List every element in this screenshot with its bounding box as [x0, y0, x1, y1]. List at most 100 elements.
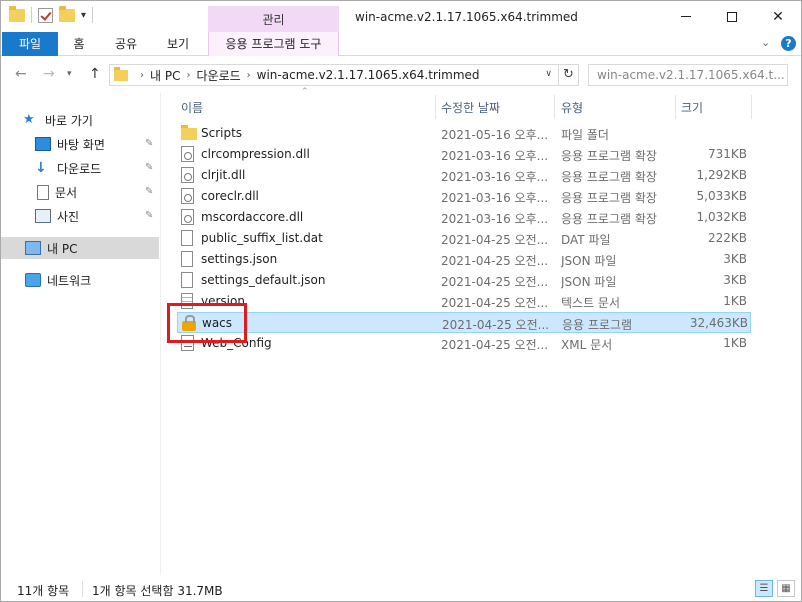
file-size: 1KB: [723, 336, 747, 350]
file-date: 2021-04-25 오전...: [441, 296, 549, 310]
file-type: 파일 폴더: [561, 128, 609, 142]
sidebar-item-pictures[interactable]: 사진 ✎: [1, 205, 159, 227]
maximize-icon: [727, 11, 737, 22]
file-name: clrjit.dll: [201, 168, 246, 182]
file-name: public_suffix_list.dat: [201, 231, 323, 245]
file-type: 응용 프로그램 확장: [561, 212, 657, 226]
forward-arrow-icon[interactable]: →: [43, 66, 55, 82]
sidebar-item-this-pc[interactable]: 내 PC: [1, 237, 159, 259]
refresh-button[interactable]: ↻: [559, 64, 579, 86]
breadcrumb-chevron-icon[interactable]: ›: [140, 70, 144, 81]
large-icons-view-icon[interactable]: ▦: [777, 580, 795, 597]
minimize-icon: [681, 16, 691, 17]
pin-icon[interactable]: ✎: [145, 186, 153, 197]
navigation-pane: ★ 바로 가기 바탕 화면 ✎ ↓ 다운로드 ✎ 문서 ✎ 사진 ✎ 내 PC: [1, 93, 161, 575]
details-view-icon[interactable]: ☰: [755, 580, 773, 597]
file-size: 1,292KB: [696, 168, 747, 182]
desktop-icon: [35, 137, 51, 151]
pin-icon[interactable]: ✎: [145, 210, 153, 221]
column-divider[interactable]: [675, 95, 676, 119]
column-divider[interactable]: [751, 95, 752, 119]
table-row[interactable]: Web_Config 2021-04-25 오전... XML 문서 1KB: [177, 333, 751, 354]
back-arrow-icon[interactable]: ←: [15, 66, 27, 82]
table-row[interactable]: public_suffix_list.dat 2021-04-25 오전... DA…: [177, 228, 751, 249]
tab-view[interactable]: 보기: [157, 32, 199, 56]
sidebar-item-downloads[interactable]: ↓ 다운로드 ✎: [1, 157, 159, 179]
tab-share[interactable]: 공유: [105, 32, 147, 56]
properties-icon[interactable]: [38, 7, 53, 23]
column-header-date[interactable]: 수정한 날짜: [441, 97, 551, 119]
computer-icon: [25, 241, 41, 255]
folder-icon: [114, 66, 128, 81]
file-date: 2021-03-16 오후...: [441, 191, 549, 205]
pin-icon[interactable]: ✎: [145, 138, 153, 149]
table-row[interactable]: settings_default.json 2021-04-25 오전... JSO…: [177, 270, 751, 291]
navigation-bar: ← → ▾ ↑ › 내 PC › 다운로드 › win-acme.v2.1.17…: [1, 57, 801, 93]
table-row[interactable]: coreclr.dll 2021-03-16 오후... 응용 프로그램 확장 5,0…: [177, 186, 751, 207]
table-row[interactable]: wacs 2021-04-25 오전... 응용 프로그램 32,463KB: [177, 312, 751, 333]
table-row[interactable]: version 2021-04-25 오전... 텍스트 문서 1KB: [177, 291, 751, 312]
file-type: 응용 프로그램 확장: [561, 149, 657, 163]
sidebar-item-label: 문서: [55, 185, 78, 200]
table-row[interactable]: clrcompression.dll 2021-03-16 오후... 응용 프로그…: [177, 144, 751, 165]
column-header-size[interactable]: 크기: [681, 97, 751, 119]
file-icon-cell: [181, 209, 197, 225]
document-icon: [37, 184, 49, 200]
column-divider[interactable]: [554, 95, 555, 119]
file-type: 응용 프로그램 확장: [561, 170, 657, 184]
table-row[interactable]: settings.json 2021-04-25 오전... JSON 파일 3KB: [177, 249, 751, 270]
tab-file[interactable]: 파일: [2, 32, 58, 56]
file-date: 2021-03-16 오후...: [441, 149, 549, 163]
file-size: 731KB: [707, 147, 747, 161]
up-arrow-icon[interactable]: ↑: [89, 66, 101, 82]
status-selection: 1개 항목 선택함 31.7MB: [92, 584, 223, 598]
breadcrumb-chevron-icon[interactable]: ›: [247, 70, 251, 81]
star-icon: ★: [23, 112, 35, 127]
close-button[interactable]: ✕: [755, 1, 801, 32]
file-name: coreclr.dll: [201, 189, 259, 203]
help-icon[interactable]: ?: [781, 36, 796, 51]
recent-locations-icon[interactable]: ▾: [67, 69, 72, 79]
file-size: 3KB: [723, 252, 747, 266]
expand-ribbon-icon[interactable]: ⌄: [761, 36, 770, 49]
address-dropdown-icon[interactable]: ∨: [545, 69, 552, 79]
folder-icon: [181, 125, 197, 140]
folder-icon[interactable]: [9, 5, 25, 22]
sidebar-item-network[interactable]: 네트워크: [1, 269, 159, 291]
column-header-name[interactable]: 이름: [181, 97, 431, 119]
breadcrumb-chevron-icon[interactable]: ›: [186, 70, 190, 81]
table-row[interactable]: clrjit.dll 2021-03-16 오후... 응용 프로그램 확장 1,29…: [177, 165, 751, 186]
table-row[interactable]: Scripts 2021-05-16 오후... 파일 폴더: [177, 123, 751, 144]
file-icon-cell: [181, 188, 197, 204]
file-date: 2021-05-16 오후...: [441, 128, 549, 142]
customize-toolbar-icon[interactable]: ▾: [81, 10, 86, 21]
address-bar[interactable]: › 내 PC › 다운로드 › win-acme.v2.1.17.1065.x6…: [109, 64, 559, 86]
file-type: 응용 프로그램: [562, 318, 633, 332]
quick-access-toolbar: ▾: [9, 5, 94, 23]
sidebar-item-quick-access[interactable]: ★ 바로 가기: [1, 109, 159, 131]
new-folder-icon[interactable]: [59, 5, 75, 22]
search-input[interactable]: win-acme.v2.1.17.1065.x64.t...: [588, 64, 788, 86]
column-header-type[interactable]: 유형: [561, 97, 671, 119]
breadcrumb-current-folder[interactable]: win-acme.v2.1.17.1065.x64.trimmed: [257, 68, 480, 82]
maximize-button[interactable]: [709, 1, 755, 32]
ribbon-tabs: 파일 홈 공유 보기 응용 프로그램 도구 ⌄ ?: [1, 32, 801, 56]
file-date: 2021-04-25 오전...: [441, 254, 549, 268]
file-name: settings.json: [201, 252, 278, 266]
sidebar-item-label: 바로 가기: [45, 113, 93, 128]
tab-home[interactable]: 홈: [60, 32, 98, 56]
divider: [92, 7, 94, 23]
file-date: 2021-04-25 오전...: [441, 233, 549, 247]
file-size: 1,032KB: [696, 210, 747, 224]
file-icon-cell: [181, 146, 197, 162]
column-divider[interactable]: [435, 95, 436, 119]
pin-icon[interactable]: ✎: [145, 162, 153, 173]
breadcrumb-downloads[interactable]: 다운로드: [196, 67, 240, 84]
table-row[interactable]: mscordaccore.dll 2021-03-16 오후... 응용 프로그램 …: [177, 207, 751, 228]
minimize-button[interactable]: [663, 1, 709, 32]
sidebar-item-documents[interactable]: 문서 ✎: [1, 181, 159, 203]
breadcrumb-this-pc[interactable]: 내 PC: [150, 67, 180, 84]
tab-application-tools[interactable]: 응용 프로그램 도구: [208, 32, 339, 56]
sidebar-item-desktop[interactable]: 바탕 화면 ✎: [1, 133, 159, 155]
sidebar-item-label: 네트워크: [47, 273, 92, 288]
